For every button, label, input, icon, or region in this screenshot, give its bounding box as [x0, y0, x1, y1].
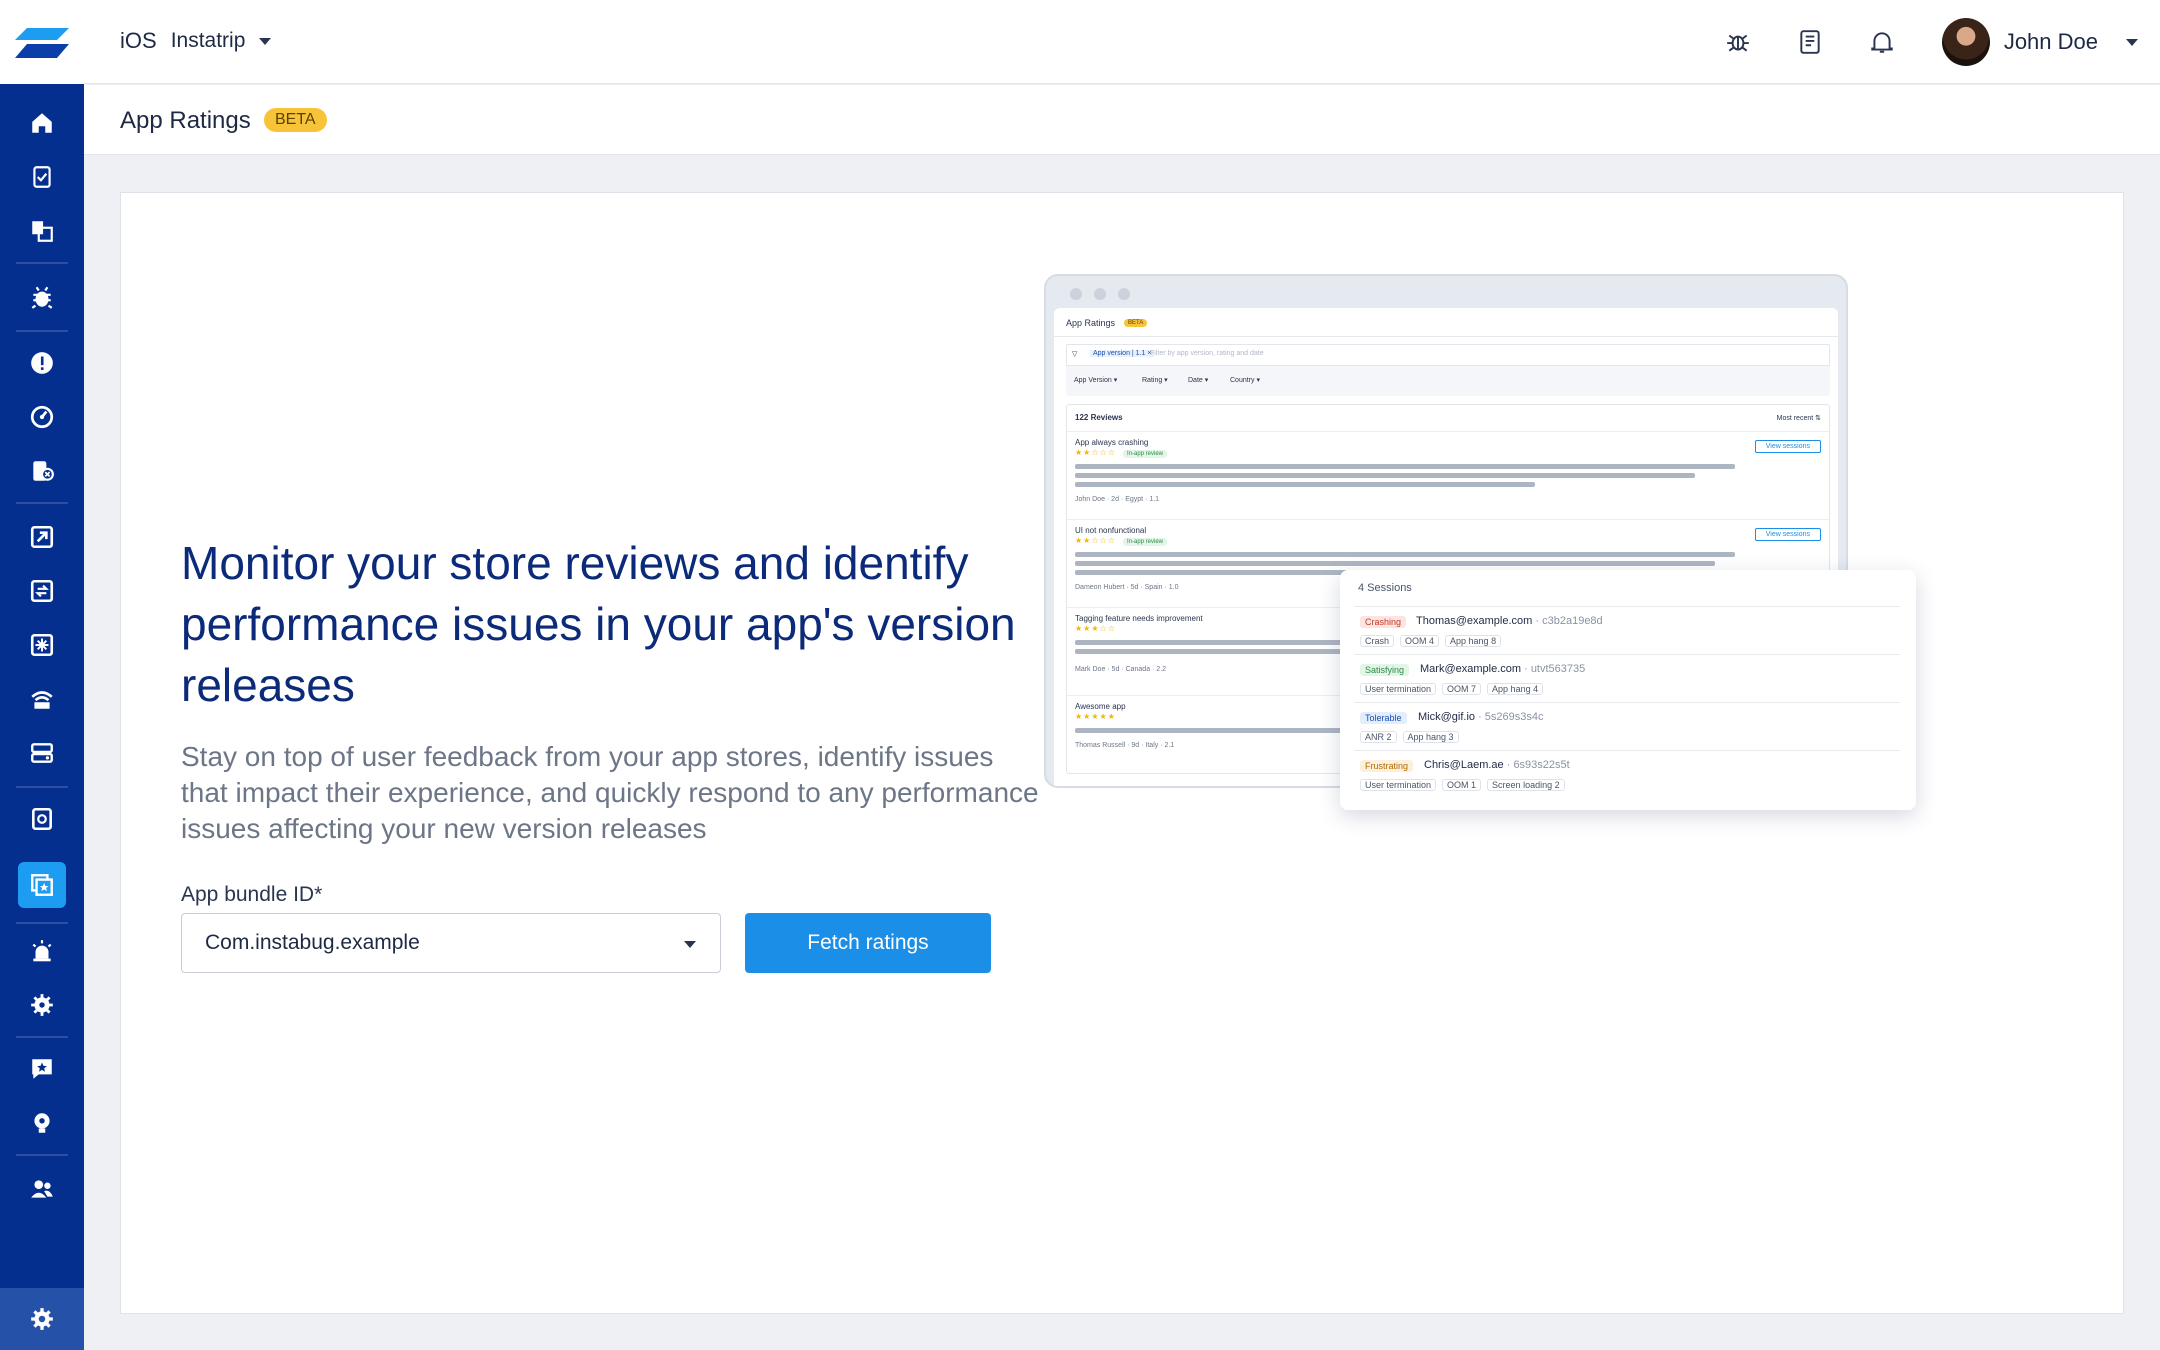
mock-filter-country: Country ▾ [1230, 377, 1260, 384]
notifications-bell-icon[interactable] [1866, 26, 1898, 58]
app-name: Instatrip [170, 29, 246, 52]
bundle-id-select[interactable]: Com.instabug.example [181, 913, 721, 973]
report-icon[interactable] [18, 796, 66, 842]
mock-filter-chip: App version | 1.1 × [1090, 350, 1155, 357]
user-menu[interactable]: John Doe [1941, 18, 2138, 66]
lightbulb-icon[interactable] [18, 1100, 66, 1146]
instabug-logo[interactable] [0, 0, 84, 84]
docs-icon[interactable] [1794, 26, 1826, 58]
settings-button[interactable] [0, 1288, 84, 1350]
hero-headline: Monitor your store reviews and identify … [181, 537, 1016, 711]
session-row: Frustrating Chris@Laem.ae · 6s93s22s5t U… [1354, 750, 1900, 798]
sidebar [0, 0, 84, 1350]
page-header: App Ratings BETA [84, 85, 2160, 155]
mock-review: App always crashing ★★☆☆☆ In-app review … [1067, 431, 1829, 519]
logo-icon [15, 28, 69, 58]
bundle-id-value: Com.instabug.example [205, 931, 420, 954]
nav-divider [16, 786, 68, 788]
mock-filter-bar: ▽ App version | 1.1 × Filter by app vers… [1066, 344, 1830, 396]
mock-review-count: 122 Reviews [1075, 413, 1123, 422]
session-row: Tolerable Mick@gif.io · 5s269s3s4c ANR 2… [1354, 702, 1900, 750]
window-dots [1070, 288, 1130, 300]
mock-title: App Ratings [1066, 318, 1116, 328]
performance-icon[interactable] [18, 394, 66, 440]
chevron-down-icon [2126, 38, 2138, 46]
home-icon[interactable] [18, 100, 66, 146]
avatar [1941, 18, 1990, 66]
session-row: Crashing Thomas@example.com · c3b2a19e8d… [1354, 606, 1900, 654]
checklist-icon[interactable] [18, 154, 66, 200]
fetch-ratings-button[interactable]: Fetch ratings [745, 913, 991, 973]
beta-badge: BETA [264, 108, 327, 132]
mock-sort: Most recent ⇅ [1776, 415, 1821, 422]
nav-divider [16, 1154, 68, 1156]
sessions-count: 4 Sessions [1358, 582, 1412, 594]
feedback-star-icon[interactable] [18, 1046, 66, 1092]
sync-icon[interactable] [18, 568, 66, 614]
hero-description: Stay on top of user feedback from your a… [181, 741, 1039, 844]
nav-divider [16, 262, 68, 264]
network-icon[interactable] [18, 676, 66, 722]
user-name: John Doe [2003, 29, 2098, 54]
pages-icon[interactable] [18, 208, 66, 254]
release-icon[interactable] [18, 514, 66, 560]
nav-divider [16, 502, 68, 504]
mock-filter-date: Date ▾ [1188, 377, 1209, 384]
app-ratings-icon[interactable] [18, 862, 66, 908]
chevron-down-icon [259, 37, 272, 45]
team-icon[interactable] [18, 1166, 66, 1212]
nav-divider [16, 330, 68, 332]
gear-bug-icon[interactable] [18, 982, 66, 1028]
session-crash-icon[interactable] [18, 448, 66, 494]
mock-filter-placeholder: Filter by app version, rating and date [1150, 350, 1264, 357]
chevron-down-icon [684, 941, 696, 948]
snowflake-icon[interactable] [18, 622, 66, 668]
filter-icon: ▽ [1072, 351, 1078, 358]
bundle-id-label: App bundle ID* [181, 883, 323, 906]
alert-icon[interactable] [18, 340, 66, 386]
app-switcher[interactable]: iOS Instatrip [120, 28, 272, 54]
mock-filter-version: App Version ▾ [1074, 377, 1118, 384]
illustration-sessions-panel: 4 Sessions Crashing Thomas@example.com ·… [1340, 570, 1916, 810]
session-row: Satisfying Mark@example.com · utvt563735… [1354, 654, 1900, 702]
alarm-icon[interactable] [18, 928, 66, 974]
server-icon[interactable] [18, 730, 66, 776]
page-title: App Ratings [120, 107, 251, 134]
mock-beta-badge: BETA [1124, 319, 1148, 327]
bug-icon[interactable] [18, 274, 66, 320]
nav-divider [16, 922, 68, 924]
nav-divider [16, 1036, 68, 1038]
bug-report-icon[interactable] [1722, 26, 1754, 58]
settings-gear-icon [31, 1308, 53, 1330]
top-bar: iOS Instatrip John Doe [84, 0, 2160, 84]
mock-filter-rating: Rating ▾ [1142, 377, 1168, 384]
platform-label: iOS [120, 28, 157, 53]
